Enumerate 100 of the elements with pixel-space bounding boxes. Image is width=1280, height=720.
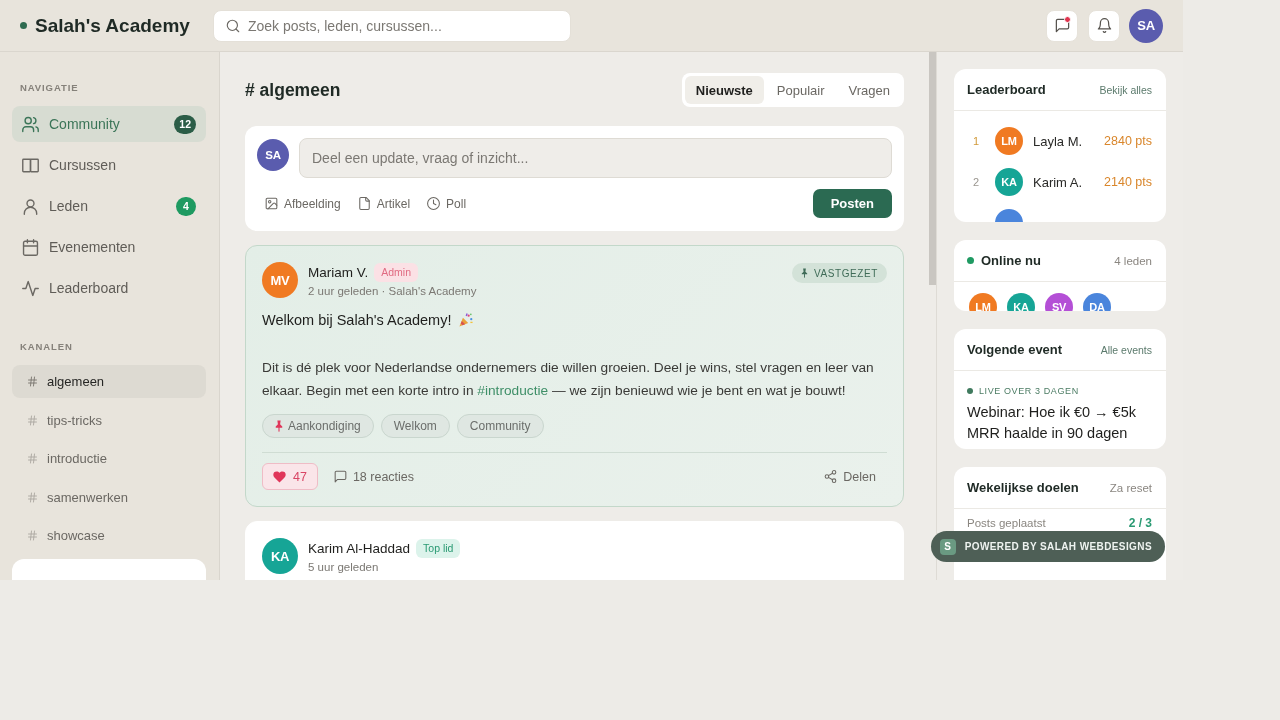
hash-icon bbox=[27, 491, 38, 503]
powered-by-label: POWERED BY SALAH WEBDESIGNS bbox=[964, 541, 1152, 552]
channel-title: # algemeen bbox=[245, 79, 341, 101]
count-badge: 12 bbox=[174, 114, 196, 134]
attach-button[interactable]: Poll bbox=[427, 196, 467, 211]
channel-item[interactable]: samenwerken bbox=[12, 480, 206, 514]
event-status: LIVE OVER 3 DAGEN bbox=[979, 386, 1079, 396]
tag-chip[interactable]: Aankondiging bbox=[262, 414, 374, 438]
sort-tab[interactable]: Populair bbox=[765, 76, 836, 104]
notifications-button[interactable] bbox=[1088, 9, 1120, 42]
card-title: Wekelijkse doelen bbox=[967, 480, 1079, 495]
tag-chip[interactable]: Welkom bbox=[380, 414, 450, 438]
member-name: Layla M. bbox=[1033, 133, 1083, 149]
logo-tile: S bbox=[939, 538, 956, 555]
member-name: Karim A. bbox=[1033, 174, 1083, 190]
live-dot bbox=[967, 388, 973, 394]
nav-item[interactable]: Community 12 bbox=[12, 106, 206, 142]
hash-icon bbox=[27, 530, 38, 541]
attach-button[interactable]: Artikel bbox=[357, 196, 411, 211]
composer-input[interactable]: Deel een update, vraag of inzicht... bbox=[299, 138, 892, 178]
count-badge: 4 bbox=[176, 196, 196, 216]
author-name[interactable]: Mariam V. bbox=[308, 264, 369, 280]
hash-icon bbox=[27, 376, 38, 387]
channel-item[interactable]: introductie bbox=[12, 442, 206, 475]
sort-tab[interactable]: Vragen bbox=[837, 76, 901, 104]
pin-icon bbox=[800, 268, 808, 278]
avatar: MV bbox=[262, 262, 298, 298]
scrollbar-thumb[interactable] bbox=[929, 52, 936, 285]
section-label: KANALEN bbox=[19, 341, 74, 353]
avatar: SV bbox=[1045, 293, 1073, 311]
card-title: Online nu bbox=[981, 253, 1041, 268]
avatar: KA bbox=[262, 538, 298, 574]
nav-item[interactable]: Leaderboard bbox=[12, 270, 206, 306]
role-badge: Admin bbox=[374, 262, 419, 282]
nav-item[interactable]: Cursussen bbox=[12, 147, 206, 183]
nav-item[interactable]: Leden 4 bbox=[12, 188, 206, 224]
hash-icon bbox=[27, 414, 38, 426]
tag-chip[interactable]: Community bbox=[456, 414, 544, 438]
view-all-link[interactable]: Bekijk alles bbox=[1099, 83, 1152, 96]
nav-item[interactable]: Evenementen bbox=[12, 229, 206, 265]
like-button[interactable]: 47 bbox=[262, 463, 318, 490]
member-count: 4 leden bbox=[1114, 254, 1152, 267]
user-avatar[interactable]: SA bbox=[1129, 8, 1163, 43]
status-dot bbox=[967, 257, 974, 264]
user-icon bbox=[22, 197, 39, 215]
card-title: Volgende event bbox=[967, 342, 1063, 357]
share-button[interactable]: Delen bbox=[824, 469, 876, 484]
pulse-icon bbox=[22, 279, 39, 297]
post-meta: 5 uur geleden bbox=[308, 561, 380, 573]
calendar-icon bbox=[22, 238, 39, 256]
bell-icon bbox=[1096, 18, 1112, 33]
image-icon bbox=[265, 197, 278, 210]
brand-dot bbox=[20, 22, 27, 29]
messages-button[interactable] bbox=[1046, 9, 1078, 42]
section-label: NAVIGATIE bbox=[19, 82, 80, 94]
card-title: Leaderboard bbox=[967, 82, 1046, 97]
rank-number: 1 bbox=[971, 135, 981, 147]
sort-tab[interactable]: Nieuwste bbox=[684, 76, 764, 104]
post-button[interactable]: Posten bbox=[812, 189, 892, 218]
avatar: KA bbox=[995, 168, 1023, 196]
author-name[interactable]: Karim Al-Haddad bbox=[308, 540, 411, 556]
comments-button[interactable]: 18 reacties bbox=[333, 469, 415, 484]
points: 2840 pts bbox=[1104, 134, 1152, 148]
attach-button[interactable]: Afbeelding bbox=[265, 196, 341, 211]
post-meta: 2 uur geleden · Salah's Academy bbox=[308, 285, 477, 297]
comment-icon bbox=[333, 470, 347, 483]
pin-icon bbox=[275, 420, 283, 432]
search-field[interactable]: Zoek posts, leden, cursussen... bbox=[213, 9, 571, 42]
channel-item[interactable]: tips-tricks bbox=[12, 403, 206, 437]
clock-icon bbox=[427, 197, 441, 210]
pinned-label: VASTGEZET bbox=[813, 267, 878, 279]
avatar: LM bbox=[995, 127, 1023, 155]
role-badge: Top lid bbox=[416, 538, 461, 558]
avatar: DA bbox=[1083, 293, 1111, 311]
avatar: SA bbox=[257, 139, 289, 171]
brand-name[interactable]: Salah's Academy bbox=[35, 14, 190, 37]
powered-by-badge[interactable]: S POWERED BY SALAH WEBDESIGNS bbox=[930, 531, 1165, 562]
post-body: Dit is dé plek voor Nederlandse ondernemers die willen groeien. Deel je wins, stel vragen en leer van elkaar. Begin met een korte intro in #introductie — we zijn benieuwd wie je bent en wat je bouwt! bbox=[262, 359, 875, 400]
search-icon bbox=[226, 18, 240, 33]
points: 2140 pts bbox=[1104, 175, 1152, 189]
chat-bubble-icon bbox=[1054, 18, 1070, 33]
hash-icon bbox=[27, 453, 38, 464]
share-icon bbox=[824, 470, 838, 483]
book-icon bbox=[22, 156, 39, 174]
goal-count: 2 / 3 bbox=[1128, 516, 1152, 530]
all-events-link[interactable]: Alle events bbox=[1100, 343, 1152, 356]
avatar: LM bbox=[969, 293, 997, 311]
heart-icon bbox=[273, 470, 286, 483]
channel-item[interactable]: algemeen bbox=[12, 365, 206, 398]
goal-label: Posts geplaatst bbox=[967, 516, 1046, 530]
avatar: KA bbox=[1007, 293, 1035, 311]
post-title: Welkom bij Salah's Academy! bbox=[262, 312, 452, 328]
reset-note: Za reset bbox=[1109, 481, 1152, 494]
party-popper-icon bbox=[459, 313, 474, 327]
event-title[interactable]: Webinar: Hoe ik €0 → €5k MRR haalde in 90 dagen bbox=[967, 402, 1153, 444]
users-icon bbox=[22, 115, 39, 133]
document-icon bbox=[357, 197, 371, 210]
channel-link[interactable]: #introductie bbox=[477, 383, 549, 398]
channel-item[interactable]: showcase bbox=[12, 519, 206, 552]
rank-number: 2 bbox=[971, 176, 981, 188]
